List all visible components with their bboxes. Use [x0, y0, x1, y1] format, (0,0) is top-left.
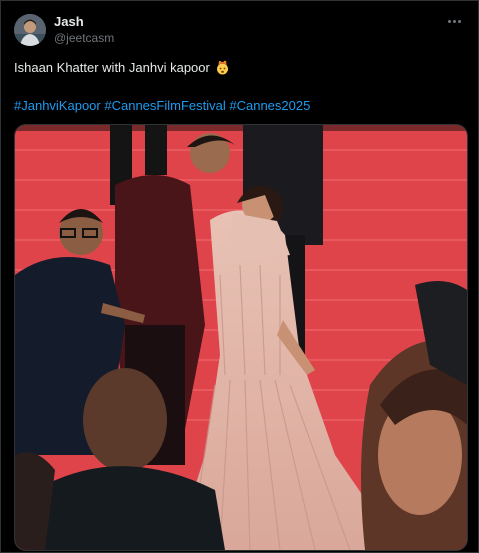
author-display-name[interactable]: Jash	[54, 14, 84, 29]
tweet-text: Ishaan Khatter with Janhvi kapoor	[14, 60, 230, 75]
exploding-head-emoji-icon	[215, 60, 230, 75]
tweet-photo[interactable]	[14, 124, 468, 551]
hashtag-link[interactable]: #JanhviKapoor	[14, 98, 101, 113]
tweet-card: Jash @jeetcasm Ishaan Khatter with Janhv…	[0, 0, 479, 553]
hashtag-link[interactable]: #CannesFilmFestival	[104, 98, 225, 113]
hashtag-row: #JanhviKapoor #CannesFilmFestival #Canne…	[14, 98, 310, 113]
more-options-icon[interactable]	[444, 13, 464, 29]
hashtag-link[interactable]: #Cannes2025	[229, 98, 310, 113]
tweet-body: Ishaan Khatter with Janhvi kapoor	[14, 60, 210, 75]
author-avatar[interactable]	[14, 14, 46, 46]
author-handle[interactable]: @jeetcasm	[54, 31, 114, 45]
